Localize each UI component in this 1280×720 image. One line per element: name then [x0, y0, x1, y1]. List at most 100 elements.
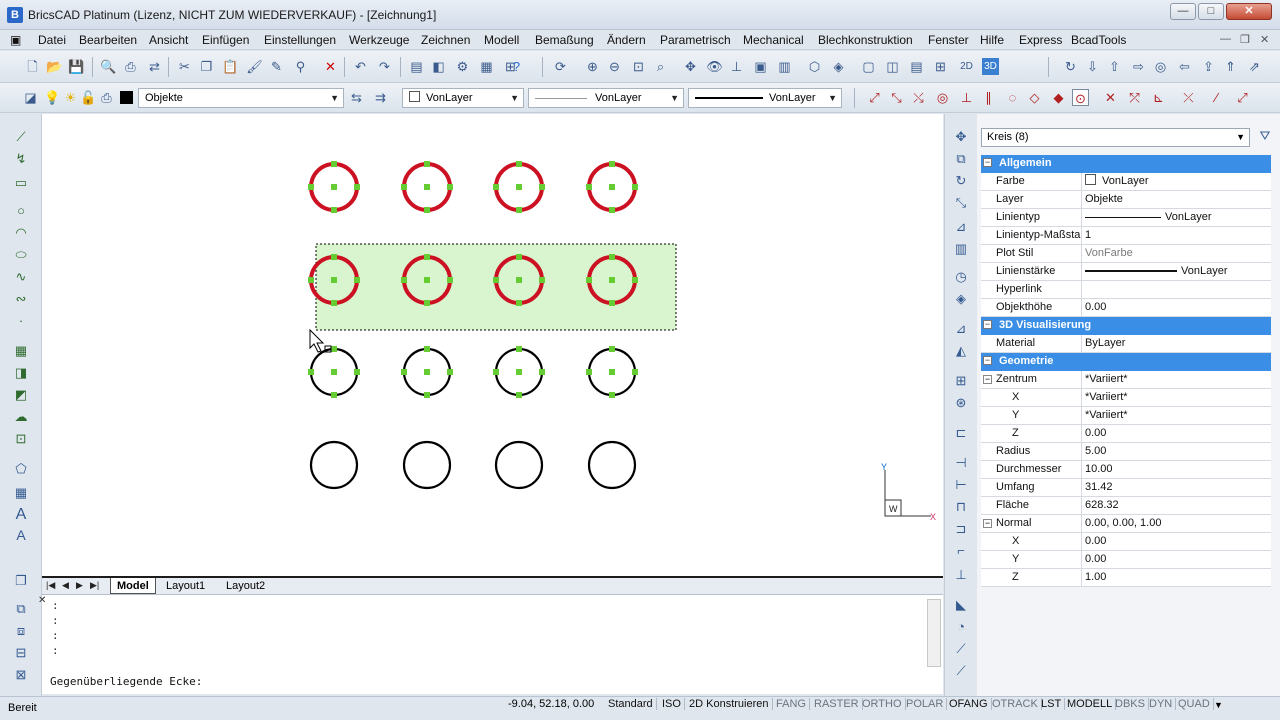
- break-icon[interactable]: ⊏: [952, 424, 970, 442]
- explode-icon[interactable]: ⊛: [952, 394, 970, 412]
- paste-icon[interactable]: 📋: [222, 58, 239, 75]
- table-view-icon[interactable]: ▥: [776, 58, 793, 75]
- property-row[interactable]: Linienstärke VonLayer: [981, 263, 1271, 281]
- point-icon[interactable]: ·: [12, 312, 30, 330]
- status-toggle-otrack[interactable]: OTRACK: [989, 698, 1042, 710]
- snap-midpoint-icon[interactable]: ⤡: [888, 89, 905, 106]
- freehand-icon[interactable]: ∾: [12, 290, 30, 308]
- property-row[interactable]: Normal − 0.00, 0.00, 1.00: [981, 515, 1271, 533]
- snap-extension-icon[interactable]: ⊾: [1150, 89, 1167, 106]
- snap-tangent-icon[interactable]: ◌: [1004, 89, 1021, 106]
- status-toggle-polar[interactable]: POLAR: [903, 698, 948, 710]
- snap-intersection-icon[interactable]: ⤯: [910, 89, 927, 106]
- zoom-in-icon[interactable]: ⊕: [584, 58, 601, 75]
- join-icon[interactable]: ⊓: [952, 498, 970, 516]
- menu-express[interactable]: Express: [1019, 33, 1062, 47]
- pan-icon[interactable]: ✥: [682, 58, 699, 75]
- workspace-icon-6[interactable]: ⇦: [1176, 58, 1193, 75]
- hatch-icon[interactable]: ▦: [12, 342, 30, 360]
- snap-endpoint-icon[interactable]: ⤢: [866, 89, 883, 106]
- save-icon[interactable]: 💾: [68, 58, 85, 75]
- property-value[interactable]: 1: [1085, 227, 1091, 244]
- table-icon[interactable]: ▦: [12, 484, 30, 502]
- property-row[interactable]: Z 1.00: [981, 569, 1271, 587]
- mirror-icon[interactable]: ⊿: [952, 218, 970, 236]
- status-toggle-2d-konstruieren[interactable]: 2D Konstruieren: [686, 698, 773, 710]
- last-tab-icon[interactable]: ▶|: [90, 580, 99, 591]
- redraw-icon[interactable]: ⟳: [552, 58, 569, 75]
- region-icon[interactable]: ◨: [12, 364, 30, 382]
- menu-bearbeiten[interactable]: Bearbeiten: [79, 33, 137, 47]
- category-header[interactable]: − Geometrie: [981, 353, 1271, 371]
- next-tab-icon[interactable]: ▶: [76, 580, 83, 591]
- command-prompt[interactable]: Gegenüberliegende Ecke:: [50, 675, 202, 688]
- explorer-icon[interactable]: ▦: [478, 58, 495, 75]
- menu-datei[interactable]: Datei: [38, 33, 66, 47]
- menu-blechkonstruktion[interactable]: Blechkonstruktion: [818, 33, 913, 47]
- property-row[interactable]: Fläche 628.32: [981, 497, 1271, 515]
- copy-clip-icon[interactable]: ❐: [12, 572, 30, 590]
- menu-bcadtools[interactable]: BcadTools: [1071, 33, 1126, 47]
- snap-apparent-icon[interactable]: ✕: [1102, 89, 1119, 106]
- viewport-2-icon[interactable]: ◫: [884, 58, 901, 75]
- menu-parametrisch[interactable]: Parametrisch: [660, 33, 731, 47]
- status-toggle-quad[interactable]: QUAD: [1175, 698, 1214, 710]
- trim-icon[interactable]: ⊣: [952, 454, 970, 472]
- menu-zeichnen[interactable]: Zeichnen: [421, 33, 470, 47]
- model-space-canvas[interactable]: Y X W: [42, 114, 943, 576]
- property-row[interactable]: Linientyp-Maßstab 1: [981, 227, 1271, 245]
- property-row[interactable]: Zentrum − *Variiert*: [981, 371, 1271, 389]
- mdi-minimize-button[interactable]: —: [1220, 33, 1231, 45]
- circle-entity[interactable]: [494, 440, 544, 490]
- workspace-icon-2[interactable]: ⇩: [1084, 58, 1101, 75]
- property-value[interactable]: 0.00: [1085, 425, 1106, 442]
- layer-combo[interactable]: Objekte ▼: [138, 88, 344, 108]
- property-row[interactable]: Z 0.00: [981, 425, 1271, 443]
- filter-icon[interactable]: ⛛: [1256, 128, 1274, 146]
- open-file-icon[interactable]: 📂: [46, 58, 63, 75]
- scale-icon[interactable]: ⤡: [952, 194, 970, 212]
- move-icon[interactable]: ✥: [952, 128, 970, 146]
- zoom-extents-icon[interactable]: ⌕: [652, 58, 669, 75]
- rotate-icon[interactable]: ↻: [952, 172, 970, 190]
- 2d-icon[interactable]: 2D: [958, 58, 975, 75]
- selection-combo[interactable]: Kreis (8) ▼: [981, 128, 1250, 147]
- ucs-icon[interactable]: ⊥: [728, 58, 745, 75]
- property-row[interactable]: Umfang 31.42: [981, 479, 1271, 497]
- minimize-button[interactable]: —: [1170, 3, 1196, 20]
- property-value[interactable]: 5.00: [1085, 443, 1106, 460]
- copy-entity-icon[interactable]: ⧉: [952, 150, 970, 168]
- viewport-4-icon[interactable]: ⊞: [932, 58, 949, 75]
- status-toggle-raster[interactable]: RASTER: [811, 698, 863, 710]
- tab-layout2[interactable]: Layout2: [220, 578, 271, 594]
- boundary-icon[interactable]: ◩: [12, 386, 30, 404]
- snap-clear-icon[interactable]: ⤫: [1180, 89, 1197, 106]
- property-value[interactable]: 0.00: [1085, 551, 1106, 568]
- text-icon[interactable]: A: [12, 526, 30, 544]
- prev-tab-icon[interactable]: ◀: [62, 580, 69, 591]
- stretch-icon[interactable]: ⊿: [952, 320, 970, 338]
- category-header[interactable]: − Allgemein: [981, 155, 1271, 173]
- modify-icon-4[interactable]: ⊠: [12, 666, 30, 684]
- layer-previous-icon[interactable]: ⇆: [348, 89, 365, 106]
- menu-modell[interactable]: Modell: [484, 33, 519, 47]
- property-row[interactable]: Linientyp VonLayer: [981, 209, 1271, 227]
- doc-icon[interactable]: ▣: [10, 33, 21, 47]
- print-icon[interactable]: ⎙: [122, 58, 139, 75]
- property-value[interactable]: VonLayer: [1085, 173, 1148, 190]
- status-toggle-lst[interactable]: LST: [1038, 698, 1066, 710]
- linetype-combo[interactable]: VonLayer ▼: [528, 88, 684, 108]
- lock-icon[interactable]: 🔓: [80, 89, 97, 106]
- snap-perpendicular-icon[interactable]: ⊥: [958, 89, 975, 106]
- snap-parallel-icon[interactable]: ∥: [980, 89, 997, 106]
- revision-cloud-icon[interactable]: ☁: [12, 408, 30, 426]
- lengthen-icon[interactable]: ◭: [952, 342, 970, 360]
- lineweight-combo[interactable]: VonLayer ▼: [688, 88, 842, 108]
- mdi-close-button[interactable]: ✕: [1260, 33, 1269, 46]
- edit-attribute-icon[interactable]: ⟋: [952, 662, 970, 680]
- zoom-window-icon[interactable]: ⊡: [630, 58, 647, 75]
- workspace-icon-7[interactable]: ⇪: [1200, 58, 1217, 75]
- workspace-icon-8[interactable]: ⇑: [1222, 58, 1239, 75]
- modify-icon-1[interactable]: ⧉: [12, 600, 30, 618]
- close-button[interactable]: ✕: [1226, 3, 1272, 20]
